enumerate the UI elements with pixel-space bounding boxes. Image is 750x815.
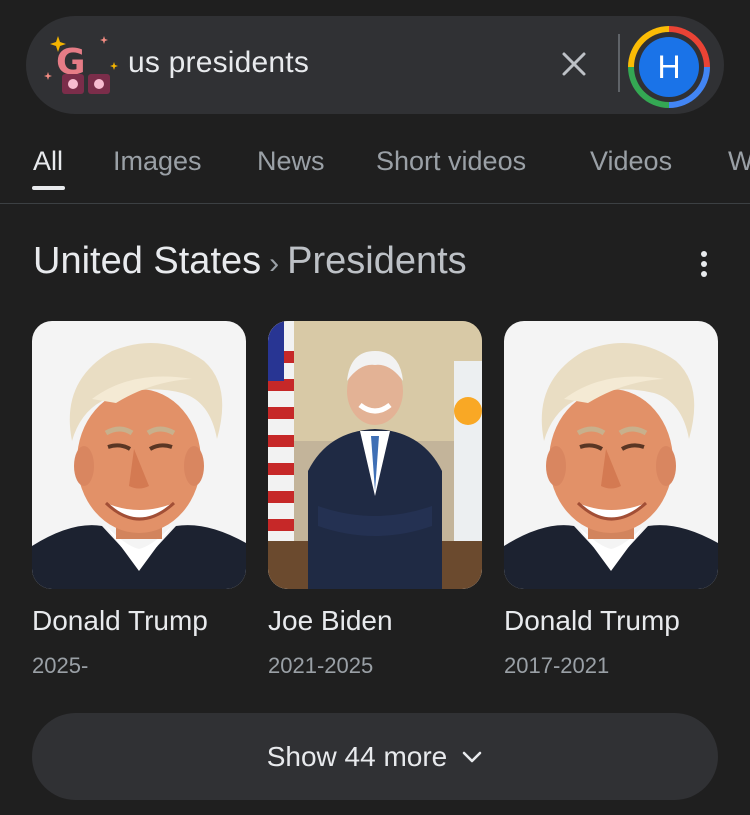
more-vert-icon [701,251,707,257]
tab-overflow[interactable]: W [728,146,750,177]
search-input[interactable]: us presidents [128,46,309,80]
president-name: Donald Trump [32,605,208,636]
breadcrumb-current: Presidents [287,240,467,282]
tab-news[interactable]: News [257,146,325,177]
president-name: Joe Biden [268,605,393,636]
more-options-button[interactable] [690,246,718,282]
tab-all[interactable]: All [33,146,63,177]
president-term: 2025- [32,653,89,678]
tab-videos[interactable]: Videos [590,146,672,177]
president-term: 2017-2021 [504,653,610,678]
show-more-button[interactable]: Show 44 more [32,713,718,800]
google-doodle-icon[interactable]: G [44,32,120,98]
breadcrumb-parent[interactable]: United States [33,240,261,282]
show-more-label: Show 44 more [266,740,448,772]
president-card[interactable]: Donald Trump 2025- [32,321,246,679]
search-divider [618,34,620,92]
close-icon [562,52,586,76]
avatar: H [639,37,699,97]
tab-images[interactable]: Images [113,146,202,177]
tab-short-videos[interactable]: Short videos [376,146,526,177]
president-card[interactable]: Donald Trump 2017-2021 [504,321,718,679]
president-photo [504,321,718,589]
search-tabs: All Images News Short videos Videos W [0,130,750,204]
breadcrumb-separator: › [269,247,280,280]
search-bar[interactable]: G us presidents H [26,16,724,114]
active-tab-indicator [32,186,65,190]
president-card[interactable]: Joe Biden 2021-2025 [268,321,482,679]
president-photo [268,321,482,589]
president-term: 2021-2025 [268,653,374,678]
breadcrumb: United States › Presidents [33,240,467,283]
chevron-down-icon [462,751,482,762]
president-name: Donald Trump [504,605,680,636]
president-photo [32,321,246,589]
clear-search-button[interactable] [554,44,594,84]
account-avatar-button[interactable]: H [628,26,710,108]
